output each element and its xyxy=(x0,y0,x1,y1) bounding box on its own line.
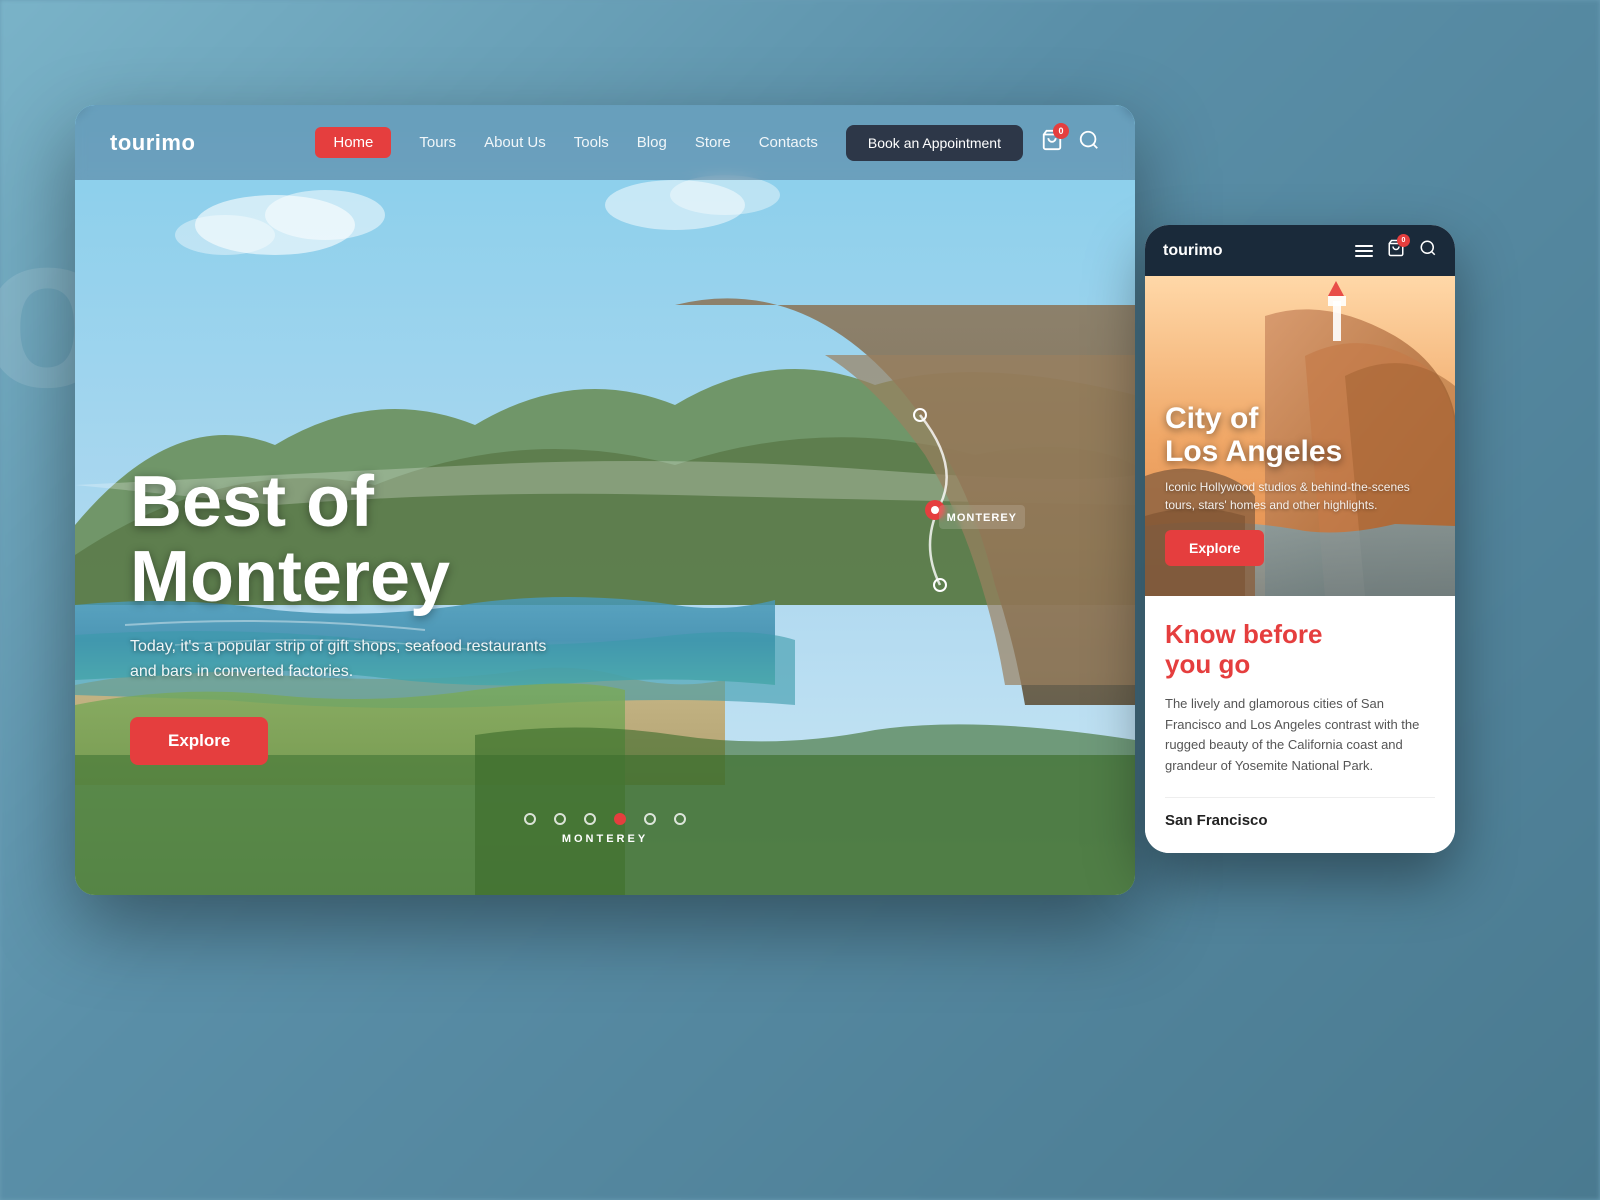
book-appointment-button[interactable]: Book an Appointment xyxy=(846,125,1023,161)
mobile-card: tourimo 0 xyxy=(1145,225,1455,853)
nav-about[interactable]: About Us xyxy=(484,134,546,151)
dot-6[interactable] xyxy=(674,813,686,825)
mobile-search-button[interactable] xyxy=(1419,239,1437,262)
nav-store[interactable]: Store xyxy=(695,134,731,151)
nav-tools[interactable]: Tools xyxy=(574,134,609,151)
dot-5[interactable] xyxy=(644,813,656,825)
mobile-city-item: San Francisco xyxy=(1165,797,1435,829)
search-icon xyxy=(1078,129,1100,151)
nav-home[interactable]: Home xyxy=(315,127,391,158)
hero-content: Best of Monterey Today, it's a popular s… xyxy=(130,465,560,765)
mobile-logo: tourimo xyxy=(1163,242,1223,260)
dot-3[interactable] xyxy=(584,813,596,825)
nav-links: Home Tours About Us Tools Blog Store Con… xyxy=(315,127,818,158)
mobile-know-line1: Know before xyxy=(1165,619,1322,649)
mobile-hero-description: Iconic Hollywood studios & behind-the-sc… xyxy=(1165,478,1435,514)
browser-window: MONTEREY tourimo Home Tours About Us Too… xyxy=(75,105,1135,895)
navbar: tourimo Home Tours About Us Tools Blog S… xyxy=(75,105,1135,180)
mobile-search-icon xyxy=(1419,239,1437,257)
mobile-hero: City of Los Angeles Iconic Hollywood stu… xyxy=(1145,276,1455,596)
explore-button[interactable]: Explore xyxy=(130,717,268,765)
mobile-cart-badge: 0 xyxy=(1397,234,1410,247)
hamburger-menu-button[interactable] xyxy=(1355,245,1373,257)
mobile-header: tourimo 0 xyxy=(1145,225,1455,276)
current-location-label: MONTEREY xyxy=(562,833,648,845)
hero-subtitle: Today, it's a popular strip of gift shop… xyxy=(130,634,560,685)
mobile-hero-title: City of Los Angeles xyxy=(1165,402,1435,468)
map-monterey-label: MONTEREY xyxy=(939,505,1025,529)
mobile-cart-button[interactable]: 0 xyxy=(1387,239,1405,262)
mobile-know-description: The lively and glamorous cities of San F… xyxy=(1165,694,1435,777)
search-button[interactable] xyxy=(1078,129,1100,156)
mobile-info-content: Know before you go The lively and glamor… xyxy=(1145,596,1455,853)
nav-contacts[interactable]: Contacts xyxy=(759,134,818,151)
dot-1[interactable] xyxy=(524,813,536,825)
dots-row xyxy=(524,813,686,825)
nav-icons: 0 xyxy=(1041,129,1100,156)
dot-2[interactable] xyxy=(554,813,566,825)
hero-title-line1: Best of xyxy=(130,462,374,542)
cart-badge: 0 xyxy=(1053,123,1069,139)
hero-title-line2: Monterey xyxy=(130,537,450,617)
mobile-know-title: Know before you go xyxy=(1165,620,1435,680)
dots-navigation: MONTEREY xyxy=(524,813,686,845)
mobile-hero-content: City of Los Angeles Iconic Hollywood stu… xyxy=(1165,402,1435,566)
nav-tours[interactable]: Tours xyxy=(419,134,456,151)
mobile-header-icons: 0 xyxy=(1355,239,1437,262)
mobile-explore-button[interactable]: Explore xyxy=(1165,530,1264,566)
mobile-know-line2: you go xyxy=(1165,649,1250,679)
hero-title: Best of Monterey xyxy=(130,465,560,616)
mobile-hero-title-line1: City of xyxy=(1165,402,1258,435)
logo: tourimo xyxy=(110,130,195,156)
dot-4-active[interactable] xyxy=(614,813,626,825)
mobile-hero-title-line2: Los Angeles xyxy=(1165,435,1342,468)
nav-blog[interactable]: Blog xyxy=(637,134,667,151)
cart-button[interactable]: 0 xyxy=(1041,129,1063,156)
